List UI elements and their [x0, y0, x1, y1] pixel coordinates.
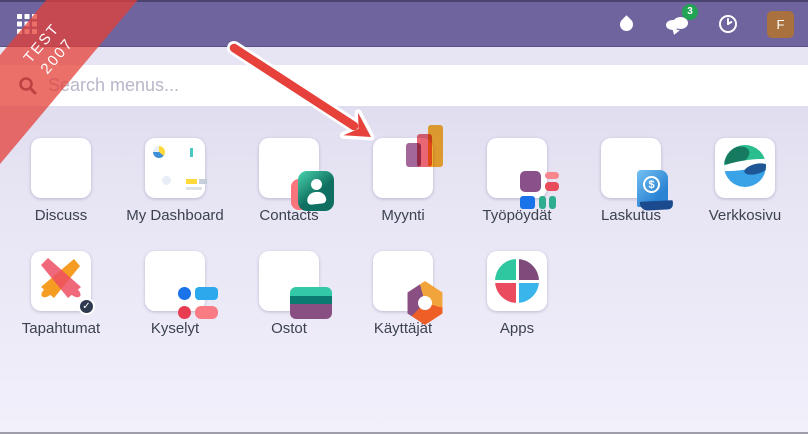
topbar-substrip — [0, 47, 808, 65]
app-events[interactable]: ✓ Tapahtumat — [4, 251, 118, 337]
app-label-discuss: Discuss — [34, 207, 88, 224]
installed-check-badge: ✓ — [78, 298, 95, 315]
topbar: 3 F — [0, 0, 808, 47]
search-icon — [18, 76, 38, 96]
app-label-dashboard: My Dashboard — [126, 207, 224, 224]
clock-icon — [719, 15, 737, 33]
app-users[interactable]: Käyttäjät — [346, 251, 460, 337]
droplet-icon — [616, 14, 636, 34]
app-apps[interactable]: Apps — [460, 251, 574, 337]
app-contacts[interactable]: Contacts — [232, 138, 346, 224]
app-boards[interactable]: Työpöydät — [460, 138, 574, 224]
app-switcher-screen: 3 F Discuss My Dashboard — [0, 0, 808, 434]
app-sales[interactable]: Myynti — [346, 125, 460, 224]
app-invoicing[interactable]: $ Laskutus — [574, 138, 688, 224]
search-bar — [0, 65, 808, 106]
app-purchase[interactable]: Ostot — [232, 251, 346, 337]
app-surveys[interactable]: Kyselyt — [118, 251, 232, 337]
systray: 3 F — [614, 4, 794, 38]
app-label-purchase: Ostot — [271, 320, 307, 337]
app-label-website: Verkkosivu — [708, 207, 782, 224]
search-input[interactable] — [48, 75, 808, 96]
messages-button[interactable]: 3 — [665, 4, 698, 36]
app-label-sales: Myynti — [381, 207, 425, 224]
app-label-apps: Apps — [499, 320, 535, 337]
apps-area: Discuss My Dashboard Contacts Myynti Työ… — [0, 106, 808, 434]
app-label-surveys: Kyselyt — [150, 320, 200, 337]
grid-icon — [17, 14, 37, 34]
app-label-events: Tapahtumat — [21, 320, 101, 337]
droplet-button[interactable] — [614, 12, 638, 36]
app-website[interactable]: Verkkosivu — [688, 138, 802, 224]
app-discuss[interactable]: Discuss — [4, 138, 118, 224]
messages-badge: 3 — [682, 4, 698, 20]
app-dashboard[interactable]: My Dashboard — [118, 138, 232, 224]
user-avatar[interactable]: F — [767, 10, 794, 38]
activities-button[interactable] — [716, 12, 740, 36]
apps-app-icon — [495, 259, 539, 303]
events-app-icon — [41, 257, 81, 298]
website-app-icon — [724, 144, 766, 187]
app-label-boards: Työpöydät — [482, 207, 552, 224]
apps-grid: Discuss My Dashboard Contacts Myynti Työ… — [4, 125, 808, 337]
apps-menu-button[interactable] — [10, 7, 44, 41]
